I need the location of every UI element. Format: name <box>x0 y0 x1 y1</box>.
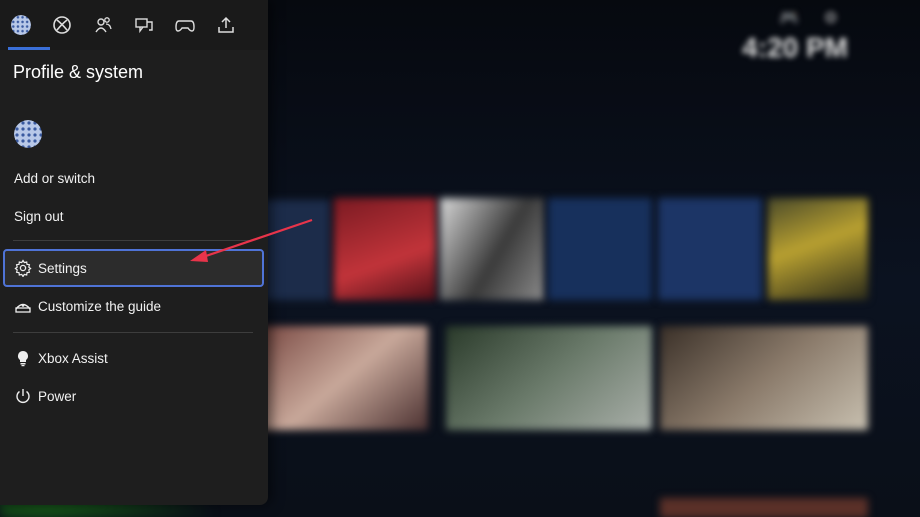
add-or-switch-button[interactable]: Add or switch <box>0 160 268 196</box>
tab-people[interactable] <box>82 0 123 50</box>
gear-icon <box>14 259 32 277</box>
game-tile <box>440 198 544 300</box>
controller-icon <box>174 20 195 32</box>
tab-controller[interactable] <box>164 0 205 50</box>
status-icons: 🎮 ⚙ <box>779 10 848 27</box>
game-tile <box>548 198 652 300</box>
power-label: Power <box>38 388 77 404</box>
lightbulb-icon <box>18 351 28 367</box>
page-title: Profile & system <box>13 62 144 82</box>
sign-out-button[interactable]: Sign out <box>0 198 268 234</box>
clock-time: 4:20 PM <box>742 32 848 63</box>
people-icon <box>94 17 112 33</box>
xbox-guide-panel: Profile & system Add or switch Sign out … <box>0 0 268 505</box>
settings-label: Settings <box>38 260 87 276</box>
guide-tab-bar <box>0 0 268 50</box>
customize-icon <box>15 303 31 313</box>
xbox-assist-label: Xbox Assist <box>38 350 108 366</box>
add-or-switch-label: Add or switch <box>14 170 96 186</box>
game-tile <box>768 198 868 300</box>
divider <box>13 332 253 333</box>
status-clock: 🎮 ⚙ 4:20 PM <box>742 8 848 64</box>
game-tile <box>660 326 868 430</box>
customize-guide-button[interactable]: Customize the guide <box>0 288 268 324</box>
divider <box>13 240 253 241</box>
profile-avatar-icon <box>10 15 31 35</box>
customize-guide-label: Customize the guide <box>38 298 162 314</box>
sign-out-label: Sign out <box>14 208 64 224</box>
game-tile <box>262 326 428 430</box>
settings-button[interactable]: Settings <box>0 250 268 286</box>
game-tile <box>658 198 762 300</box>
xbox-assist-button[interactable]: Xbox Assist <box>0 340 268 376</box>
tab-share[interactable] <box>205 0 246 50</box>
game-tile <box>660 498 868 517</box>
tab-chat[interactable] <box>123 0 164 50</box>
game-tile <box>334 198 436 300</box>
power-button[interactable]: Power <box>0 378 268 414</box>
game-tile <box>446 326 652 430</box>
tab-profile[interactable] <box>0 0 50 50</box>
xbox-logo-icon <box>52 16 71 34</box>
game-tile <box>262 200 330 300</box>
profile-avatar[interactable] <box>14 120 42 148</box>
share-upload-icon <box>217 16 234 33</box>
chat-icon <box>134 18 153 34</box>
power-icon <box>16 389 30 403</box>
tab-xbox[interactable] <box>41 0 82 50</box>
